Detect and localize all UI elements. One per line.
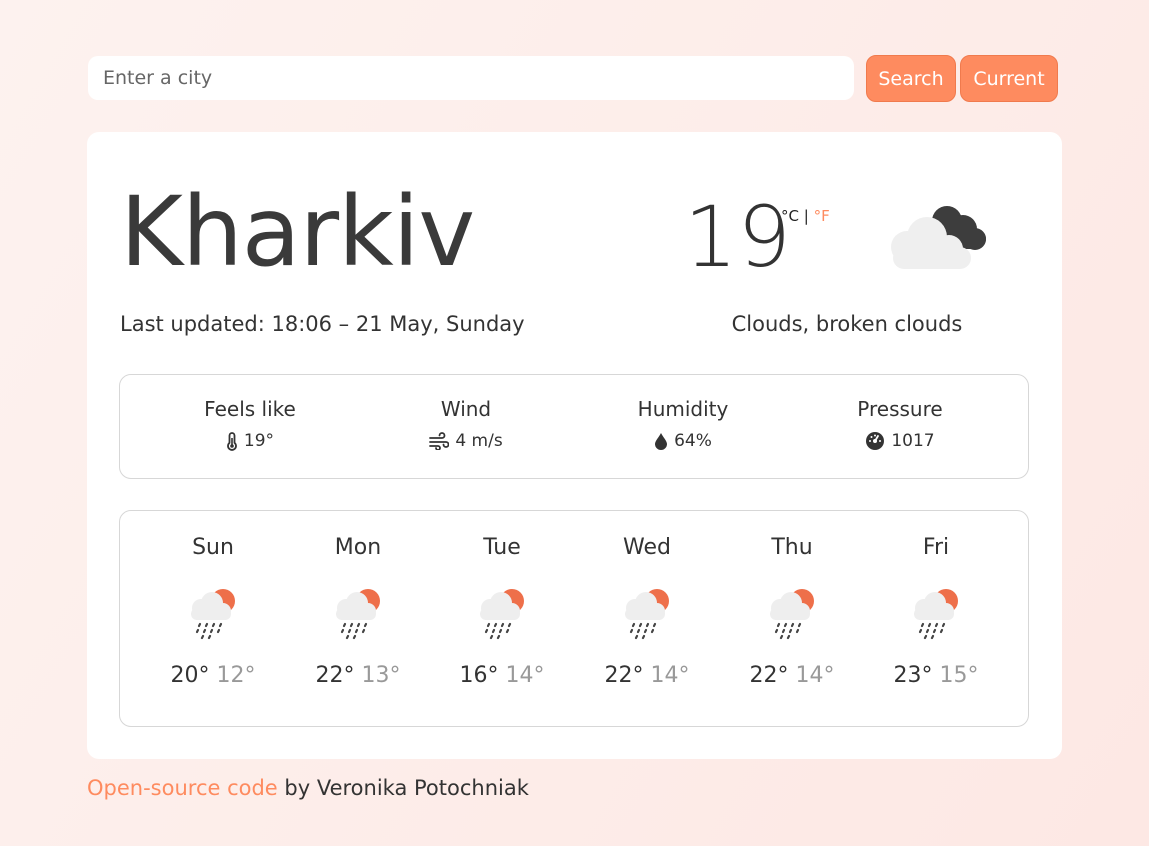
footer: Open-source code by Veronika Potochniak [87,776,529,800]
weather-details: Feels like 19° Wind 4 m/s Humidity 64% P… [119,374,1029,479]
forecast-min: 15° [939,663,979,688]
forecast-day-name: Wed [623,535,671,560]
detail-value: 1017 [891,431,935,451]
weather-card: Kharkiv 19 °C | °F Last updated: 18:06 –… [87,132,1062,759]
forecast-max: 22° [749,663,789,688]
forecast-day: Mon 22° 13° [293,535,423,688]
celsius-link[interactable]: °C [781,207,799,225]
forecast-min: 12° [216,663,256,688]
forecast-max: 22° [604,663,644,688]
search-bar: Search Current [88,55,1058,102]
droplet-icon [654,432,668,450]
feels-like-detail: Feels like 19° [150,397,350,451]
current-temperature: 19 [684,188,791,286]
forecast-day-name: Thu [771,535,813,560]
forecast-max: 20° [170,663,210,688]
unit-separator: | [803,207,809,225]
forecast-max: 22° [315,663,355,688]
forecast-day: Fri 23° 15° [871,535,1001,688]
rain-sun-icon [871,571,1001,651]
broken-clouds-icon [885,199,995,279]
wind-detail: Wind 4 m/s [366,397,566,451]
humidity-detail: Humidity 64% [583,397,783,451]
source-code-link[interactable]: Open-source code [87,776,278,800]
current-location-button[interactable]: Current [960,55,1058,102]
detail-label: Pressure [857,397,943,421]
detail-label: Feels like [204,397,296,421]
gauge-icon [865,431,885,451]
pressure-detail: Pressure 1017 [800,397,1000,451]
rain-sun-icon [148,571,278,651]
rain-sun-icon [293,571,423,651]
weather-description: Clouds, broken clouds [731,312,963,336]
city-search-input[interactable] [88,56,854,100]
search-button[interactable]: Search [866,55,956,102]
detail-value: 64% [674,431,712,451]
rain-sun-icon [727,571,857,651]
forecast-day: Tue 16° 14° [437,535,567,688]
rain-sun-icon [582,571,712,651]
forecast-min: 14° [650,663,690,688]
forecast-panel: Sun 20° 12° Mon 22° 13° Tue 16° 14° Wed … [119,510,1029,727]
forecast-day: Sun 20° 12° [148,535,278,688]
forecast-day-name: Mon [334,535,382,560]
fahrenheit-link[interactable]: °F [814,207,830,225]
forecast-min: 13° [361,663,401,688]
forecast-day: Thu 22° 14° [727,535,857,688]
forecast-day-name: Fri [922,535,950,560]
forecast-max: 23° [893,663,933,688]
unit-toggle: °C | °F [781,207,830,225]
forecast-day-name: Tue [483,535,521,560]
detail-value: 19° [243,431,275,451]
forecast-min: 14° [505,663,545,688]
forecast-day: Wed 22° 14° [582,535,712,688]
footer-author: by Veronika Potochniak [277,776,529,800]
city-name: Kharkiv [120,176,475,288]
last-updated: Last updated: 18:06 – 21 May, Sunday [120,312,525,336]
detail-label: Wind [440,397,492,421]
thermometer-icon [226,431,238,451]
forecast-day-name: Sun [192,535,234,560]
rain-sun-icon [437,571,567,651]
detail-label: Humidity [637,397,729,421]
wind-icon [429,432,450,450]
forecast-max: 16° [459,663,499,688]
forecast-min: 14° [795,663,835,688]
detail-value: 4 m/s [455,431,503,451]
